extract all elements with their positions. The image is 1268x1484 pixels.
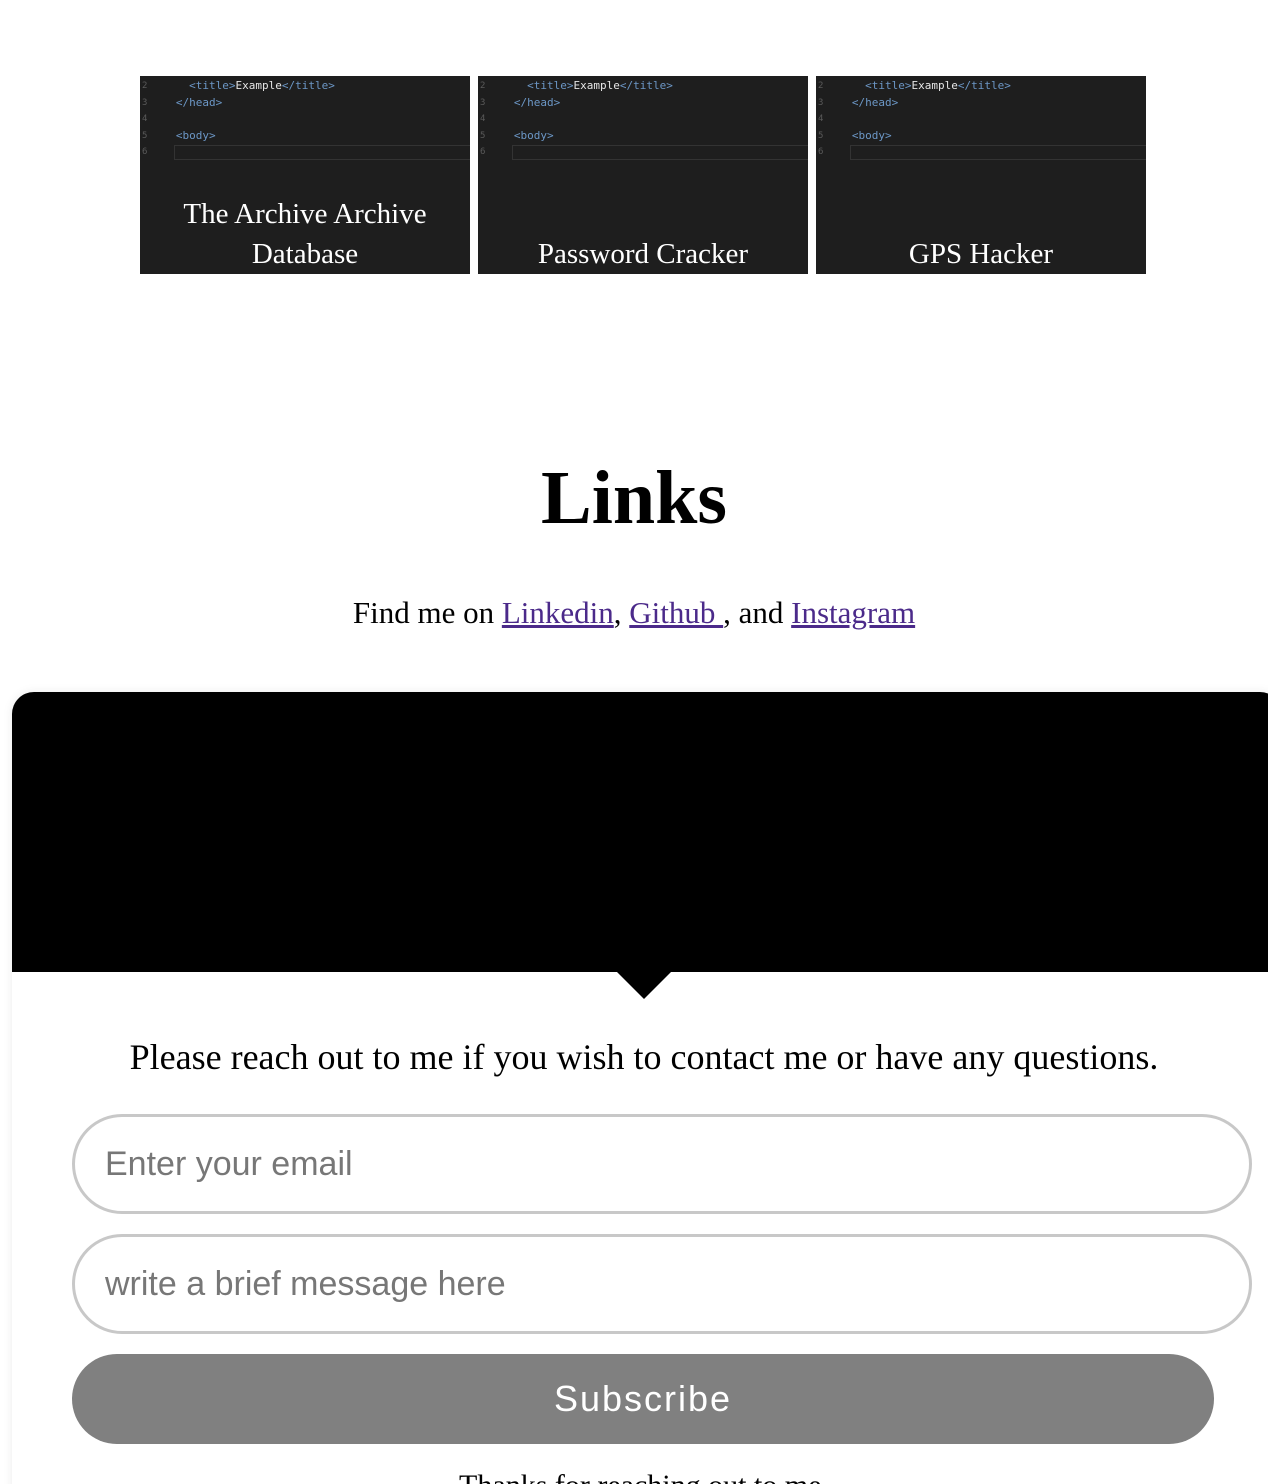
page: 2 <title> Example </title> 3 </head> 4 5 <bo… (0, 0, 1268, 1484)
contact-banner (12, 692, 1268, 972)
links-separator: , (613, 595, 630, 630)
code-tag: </title> (957, 79, 1011, 92)
code-line: 2 <title> Example </title> (478, 78, 808, 95)
code-line: 3 </head> (140, 95, 470, 112)
subscribe-button[interactable]: Subscribe (72, 1354, 1214, 1444)
project-title: Password Cracker (537, 238, 749, 270)
instagram-link[interactable]: Instagram (791, 595, 915, 630)
code-tag: <title> (865, 79, 912, 92)
project-title: The Archive Archive Database (183, 198, 427, 270)
code-line: 4 (140, 111, 470, 128)
code-tag: </title> (281, 79, 335, 92)
line-number: 3 (480, 97, 486, 108)
links-separator: , and (723, 595, 792, 630)
projects-grid: 2 <title> Example </title> 3 </head> 4 5 <bo… (140, 76, 1146, 274)
code-tag: <body> (175, 128, 216, 142)
project-card-password-cracker[interactable]: 2 <title> Example </title> 3 </head> 4 5 <bo… (478, 76, 808, 274)
code-tag: <body> (851, 128, 892, 142)
thanks-text: Thanks for reaching out to me. (12, 1468, 1268, 1484)
code-line: 3 </head> (478, 95, 808, 112)
code-tag: <title> (527, 79, 574, 92)
code-tag: </head> (175, 95, 223, 109)
project-card-gps-hacker[interactable]: 2 <title> Example </title> 3 </head> 4 5 <bo… (816, 76, 1146, 274)
active-line-highlight (512, 144, 808, 160)
code-line: 5 <body> (478, 128, 808, 145)
code-line: 6 (478, 144, 808, 161)
code-line: 5 <body> (816, 128, 1146, 145)
contact-panel: Please reach out to me if you wish to co… (12, 692, 1268, 1484)
message-field[interactable] (72, 1234, 1252, 1334)
line-number: 6 (142, 147, 148, 157)
line-number: 3 (818, 97, 824, 108)
code-tag: <body> (513, 128, 554, 142)
code-preview: 2 <title> Example </title> 3 </head> 4 5 <bo… (478, 78, 808, 161)
code-line: 2 <title> Example </title> (816, 78, 1146, 95)
line-number: 5 (142, 130, 148, 141)
code-line: 4 (816, 111, 1146, 128)
github-link[interactable]: Github (629, 595, 723, 630)
line-number: 4 (480, 114, 486, 124)
line-number: 4 (818, 114, 824, 124)
code-text: Example (911, 79, 958, 92)
linkedin-link[interactable]: Linkedin (502, 595, 614, 630)
line-number: 5 (818, 130, 824, 141)
code-tag: <title> (189, 79, 236, 92)
line-number: 2 (480, 81, 486, 91)
code-tag: </head> (513, 95, 561, 109)
code-text: Example (235, 79, 282, 92)
code-line: 2 <title> Example </title> (140, 78, 470, 95)
code-tag: </head> (851, 95, 899, 109)
line-number: 2 (142, 81, 148, 91)
line-number: 2 (818, 81, 824, 91)
code-line: 3 </head> (816, 95, 1146, 112)
code-line: 6 (140, 144, 470, 161)
line-number: 4 (142, 114, 148, 124)
email-field[interactable] (72, 1114, 1252, 1214)
social-links: Find me on Linkedin, Github , and Instag… (0, 592, 1268, 634)
code-text: Example (573, 79, 620, 92)
active-line-highlight (174, 144, 470, 160)
code-line: 5 <body> (140, 128, 470, 145)
project-title: GPS Hacker (908, 238, 1054, 270)
active-line-highlight (850, 144, 1146, 160)
project-card-archive-database[interactable]: 2 <title> Example </title> 3 </head> 4 5 <bo… (140, 76, 470, 274)
contact-prompt: Please reach out to me if you wish to co… (129, 1037, 1159, 1077)
code-line: 6 (816, 144, 1146, 161)
line-number: 5 (480, 130, 486, 141)
code-preview: 2 <title> Example </title> 3 </head> 4 5 <bo… (140, 78, 470, 161)
links-prefix: Find me on (352, 595, 502, 630)
banner-pointer (616, 971, 672, 999)
line-number: 6 (818, 147, 824, 157)
code-preview: 2 <title> Example </title> 3 </head> 4 5 <bo… (816, 78, 1146, 161)
line-number: 6 (480, 147, 486, 157)
links-heading: Links (541, 456, 727, 540)
code-line: 4 (478, 111, 808, 128)
line-number: 3 (142, 97, 148, 108)
code-tag: </title> (619, 79, 673, 92)
